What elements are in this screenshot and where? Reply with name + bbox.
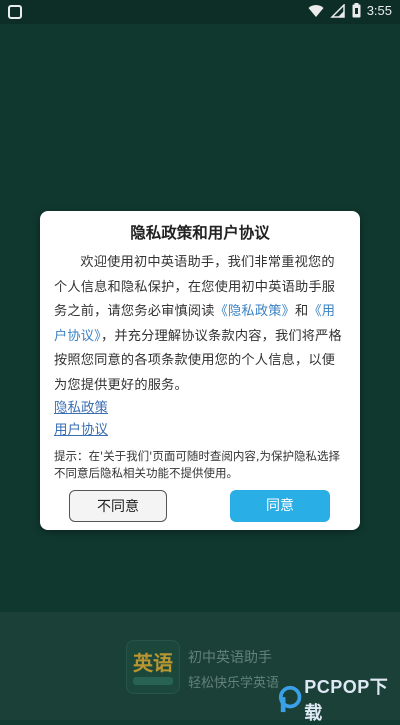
watermark: PCPOP下载	[278, 677, 400, 723]
disagree-button[interactable]: 不同意	[69, 490, 167, 522]
watermark-logo-icon	[278, 685, 302, 713]
agree-button[interactable]: 同意	[230, 490, 330, 522]
dialog-body: 欢迎使用初中英语助手，我们非常重视您的个人信息和隐私保护，在您使用初中英语助手服…	[54, 255, 342, 393]
privacy-policy-link[interactable]: 隐私政策	[54, 397, 254, 419]
privacy-policy-inline-link[interactable]: 《隐私政策》	[215, 304, 295, 319]
watermark-text: PCPOP下载	[304, 677, 389, 723]
dialog-links: 隐私政策 用户协议	[54, 397, 254, 441]
user-agreement-link[interactable]: 用户协议	[54, 419, 254, 441]
dialog-title: 隐私政策和用户协议	[130, 224, 270, 242]
dialog-tip: 提示：在'关于我们'页面可随时查阅内容,为保护隐私选择不同意后隐私相关功能不提供…	[54, 449, 340, 480]
privacy-dialog: 隐私政策和用户协议 欢迎使用初中英语助手，我们非常重视您的个人信息和隐私保护，在…	[40, 211, 360, 530]
